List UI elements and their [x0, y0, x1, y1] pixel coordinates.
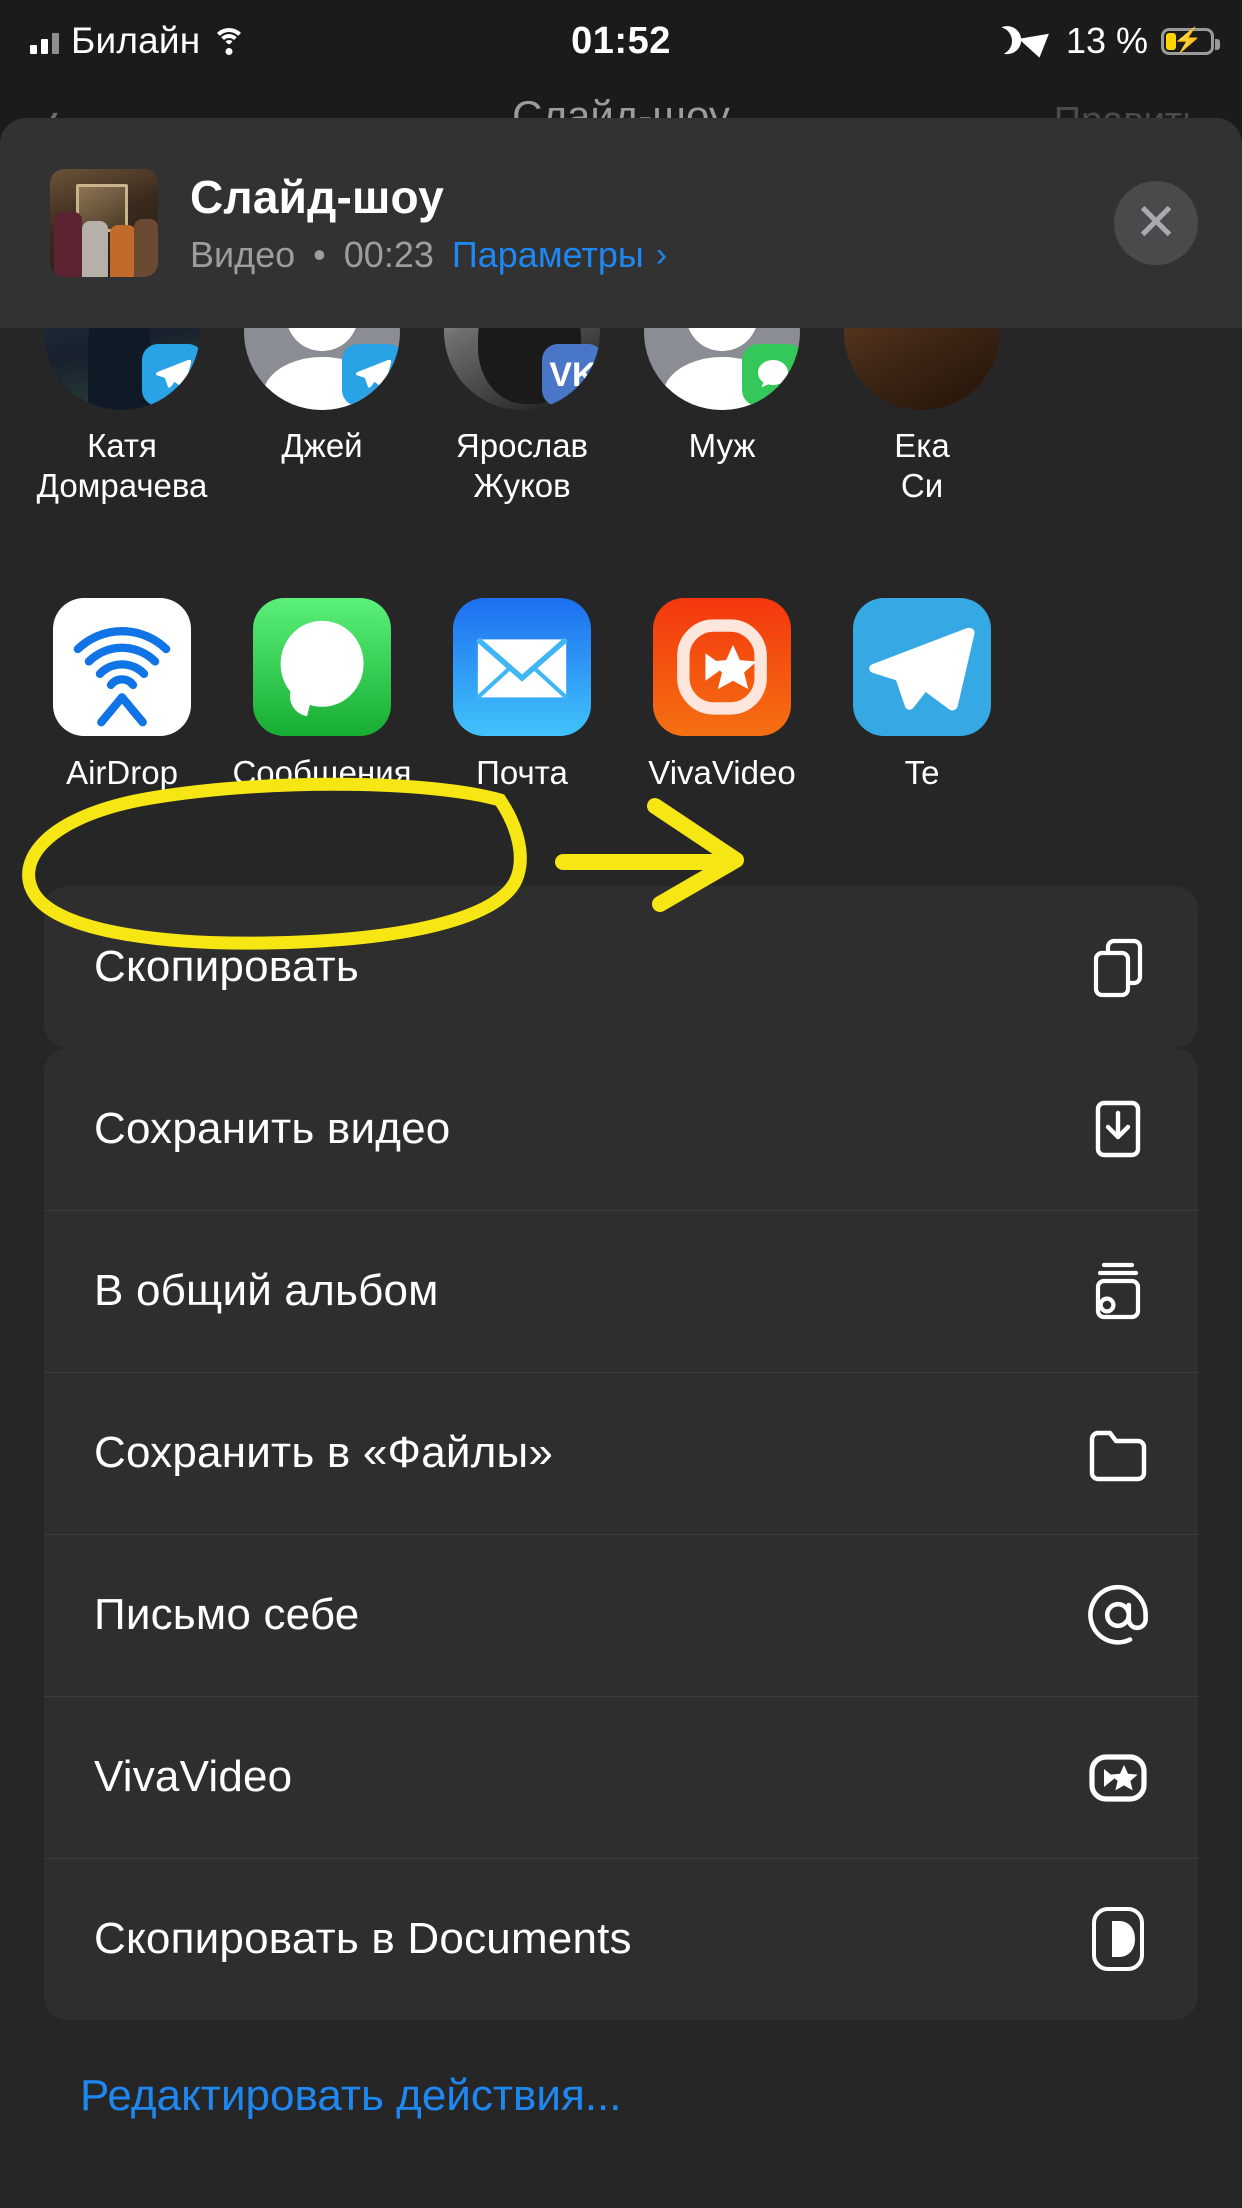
avatar [844, 328, 1000, 410]
contact-name-line1: Ека [894, 427, 950, 464]
airdrop-icon [53, 598, 191, 736]
messages-icon [742, 344, 800, 406]
vivavideo-icon [1082, 1741, 1154, 1813]
app-label: Сообщения [232, 754, 412, 791]
app-label: Te [904, 754, 940, 791]
action-row-save-video[interactable]: Сохранить видео [44, 1048, 1198, 1210]
contact-item[interactable]: Джей [222, 328, 422, 466]
wifi-icon [212, 28, 247, 55]
shared-album-icon [1082, 1255, 1154, 1327]
carrier-name: Билайн [71, 20, 201, 61]
contact-name: Ека Си [894, 426, 950, 506]
contact-item[interactable]: Катя Домрачева [22, 328, 222, 506]
action-row-copy-documents[interactable]: Скопировать в Documents [44, 1858, 1198, 2020]
app-label: Почта [476, 754, 568, 791]
contact-item[interactable]: Муж [622, 328, 822, 466]
edit-actions-button[interactable]: Редактировать действия... [80, 2071, 622, 2121]
action-label: Скопировать [94, 942, 359, 991]
download-icon [1082, 1093, 1154, 1165]
status-bar: Билайн 01:52 13 % ⚡ [0, 0, 1242, 82]
contact-item[interactable]: Ека Си [822, 328, 1022, 506]
apps-row[interactable]: AirDrop Сообщения Почта VivaVideo Te [0, 598, 1242, 828]
signal-bars-icon [30, 28, 59, 54]
copy-icon [1082, 931, 1154, 1003]
share-item-kind: Видео [190, 234, 296, 275]
location-arrow-icon [1018, 24, 1060, 58]
avatar [244, 328, 400, 410]
contact-name-line2: Домрачева [36, 467, 208, 504]
avatar [44, 328, 200, 410]
action-label: Сохранить в «Файлы» [94, 1428, 554, 1477]
options-label: Параметры [451, 234, 644, 275]
app-label: AirDrop [66, 754, 178, 791]
contact-name-line1: Муж [688, 427, 756, 464]
action-label: Сохранить видео [94, 1104, 451, 1153]
at-sign-icon [1082, 1579, 1154, 1651]
avatar [644, 328, 800, 410]
contact-name: Ярослав Жуков [456, 426, 588, 506]
moon-icon [980, 23, 1015, 58]
action-label: Письмо себе [94, 1590, 360, 1639]
mail-app-icon [453, 598, 591, 736]
options-button[interactable]: Параметры › [452, 234, 667, 276]
chevron-right-icon: › [655, 235, 668, 274]
action-row-mail-self[interactable]: Письмо себе [44, 1534, 1198, 1696]
contact-name: Катя Домрачева [37, 426, 208, 506]
contact-name-line1: Ярослав [455, 427, 589, 464]
status-bar-clock: 01:52 [571, 19, 671, 62]
contact-name-line2: Си [900, 467, 944, 504]
status-bar-left: Билайн [30, 20, 247, 62]
contact-name-line1: Катя [87, 427, 157, 464]
battery-charging-icon: ⚡ [1161, 27, 1220, 55]
avatar: VK [444, 328, 600, 410]
share-item-title: Слайд-шоу [190, 171, 445, 223]
action-row-shared-album[interactable]: В общий альбом [44, 1210, 1198, 1372]
contact-name-line2: Жуков [473, 467, 571, 504]
battery-percent: 13 % [1065, 20, 1148, 61]
telegram-icon [142, 344, 200, 406]
contacts-row[interactable]: Катя Домрачева Джей VK Ярослав Жуков Муж… [0, 328, 1242, 590]
contact-name: Джей [281, 426, 362, 466]
contact-name-line1: Джей [281, 427, 363, 464]
status-bar-right: 13 % ⚡ [984, 20, 1220, 62]
app-label: VivaVideo [648, 754, 796, 791]
vivavideo-app-icon [653, 598, 791, 736]
telegram-app-icon [853, 598, 991, 736]
app-item-telegram[interactable]: Te [822, 598, 1022, 828]
actions-group-main: Сохранить видео В общий альбом Сохранить… [44, 1048, 1198, 2020]
share-item-subtitle: Видео • 00:23 Параметры › [190, 234, 667, 276]
subtitle-separator: • [313, 234, 326, 275]
app-item-messages[interactable]: Сообщения [222, 598, 422, 828]
action-row-save-files[interactable]: Сохранить в «Файлы» [44, 1372, 1198, 1534]
documents-icon [1082, 1903, 1154, 1975]
contact-item[interactable]: VK Ярослав Жуков [422, 328, 622, 506]
share-sheet: Катя Домрачева Джей VK Ярослав Жуков Муж… [0, 118, 1242, 2208]
action-row-copy[interactable]: Скопировать [44, 886, 1198, 1048]
share-sheet-title-block: Слайд-шоу Видео • 00:23 Параметры › [190, 170, 667, 276]
action-label: В общий альбом [94, 1266, 439, 1315]
app-item-mail[interactable]: Почта [422, 598, 622, 828]
folder-icon [1082, 1417, 1154, 1489]
messages-app-icon [253, 598, 391, 736]
actions-group-copy: Скопировать [44, 886, 1198, 1048]
share-sheet-header: Слайд-шоу Видео • 00:23 Параметры › ✕ [0, 118, 1242, 328]
vk-icon: VK [542, 344, 600, 406]
contact-name: Муж [689, 426, 756, 466]
action-label: Скопировать в Documents [94, 1914, 632, 1963]
action-row-vivavideo[interactable]: VivaVideo [44, 1696, 1198, 1858]
iphone-screen: Билайн 01:52 13 % ⚡ ‹ Слайд-шоу Править [0, 0, 1242, 2208]
close-button[interactable]: ✕ [1114, 181, 1198, 265]
telegram-icon [342, 344, 400, 406]
action-label: VivaVideo [94, 1752, 293, 1801]
app-item-vivavideo[interactable]: VivaVideo [622, 598, 822, 828]
video-thumbnail [50, 169, 158, 277]
share-item-duration: 00:23 [343, 234, 434, 275]
app-item-airdrop[interactable]: AirDrop [22, 598, 222, 828]
